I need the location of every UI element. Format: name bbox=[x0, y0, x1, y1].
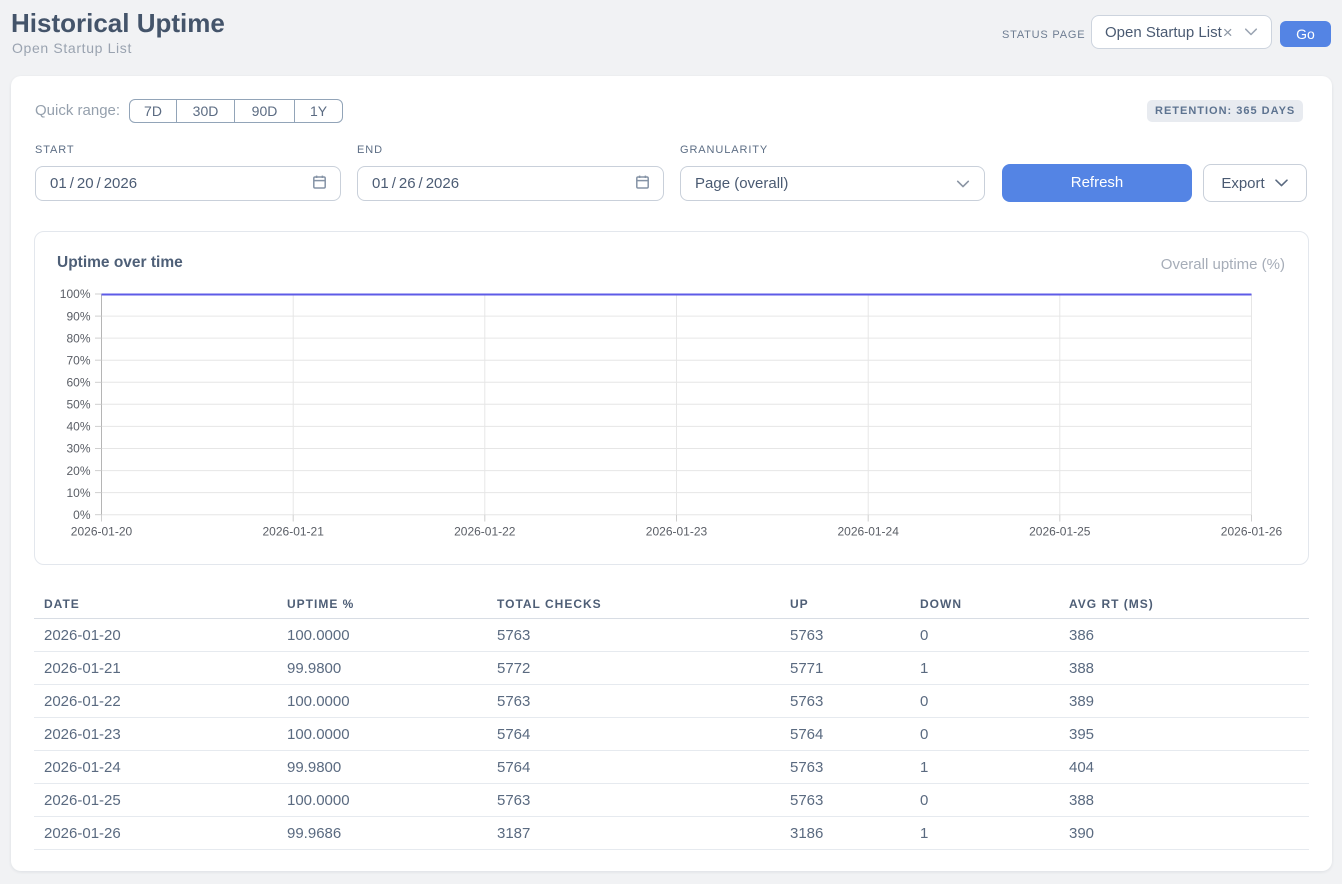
svg-text:20%: 20% bbox=[66, 464, 90, 478]
svg-text:2026-01-20: 2026-01-20 bbox=[71, 525, 133, 539]
svg-text:10%: 10% bbox=[66, 486, 90, 500]
svg-text:30%: 30% bbox=[66, 442, 90, 456]
svg-text:2026-01-25: 2026-01-25 bbox=[1029, 525, 1091, 539]
svg-text:70%: 70% bbox=[66, 353, 90, 367]
svg-text:0%: 0% bbox=[73, 508, 91, 522]
svg-text:50%: 50% bbox=[66, 398, 90, 412]
svg-text:90%: 90% bbox=[66, 309, 90, 323]
svg-text:2026-01-24: 2026-01-24 bbox=[838, 525, 900, 539]
svg-text:2026-01-22: 2026-01-22 bbox=[454, 525, 516, 539]
svg-text:100%: 100% bbox=[60, 287, 91, 301]
svg-text:2026-01-23: 2026-01-23 bbox=[646, 525, 708, 539]
svg-text:2026-01-21: 2026-01-21 bbox=[263, 525, 325, 539]
svg-text:60%: 60% bbox=[66, 376, 90, 390]
svg-text:80%: 80% bbox=[66, 331, 90, 345]
svg-text:2026-01-26: 2026-01-26 bbox=[1221, 525, 1283, 539]
svg-text:40%: 40% bbox=[66, 420, 90, 434]
